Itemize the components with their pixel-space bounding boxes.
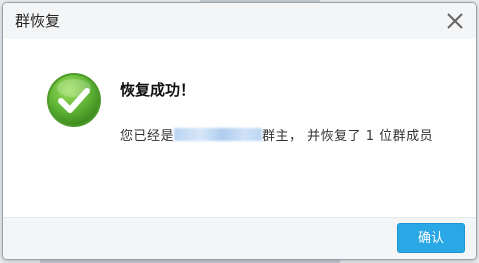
close-button[interactable]	[442, 8, 468, 34]
success-message: 您已经是 群主， 并恢复了 1 位群成员	[120, 123, 450, 151]
check-circle-icon	[47, 73, 101, 127]
message-suffix: 群主， 并恢复了 1 位群成员	[262, 129, 434, 144]
dialog-content: 恢复成功！ 您已经是 群主， 并恢复了 1 位群成员	[3, 39, 476, 217]
group-restore-dialog: 群恢复 恢复成功！ 您已经是 群主， 并恢复了 1 位群成员 确认	[2, 2, 477, 260]
dialog-title: 群恢复	[15, 12, 61, 30]
confirm-button[interactable]: 确认	[397, 223, 465, 253]
close-icon	[447, 13, 463, 29]
redacted-group-name	[174, 128, 263, 141]
success-heading: 恢复成功！	[120, 81, 196, 99]
message-prefix: 您已经是	[120, 129, 175, 144]
dialog-titlebar: 群恢复	[3, 3, 476, 39]
dialog-footer: 确认	[3, 217, 476, 259]
